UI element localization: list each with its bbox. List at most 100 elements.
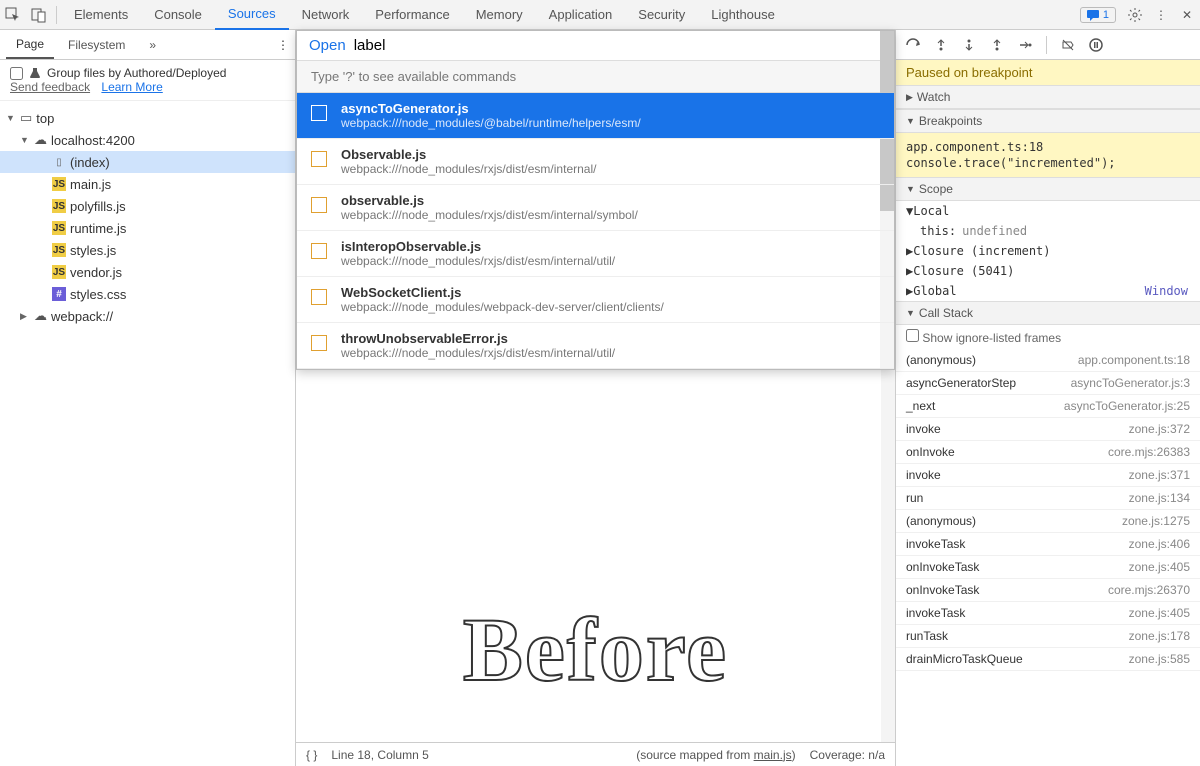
open-search-input[interactable] <box>354 37 882 54</box>
file-tree: ▼▭top ▼☁localhost:4200 ▯(index)JSmain.js… <box>0 101 295 766</box>
tab-elements[interactable]: Elements <box>61 0 141 29</box>
debugger-toolbar <box>896 30 1200 60</box>
navigator-tabs: PageFilesystem » ⋮ <box>0 30 295 60</box>
file-label: polyfills.js <box>70 199 126 214</box>
breakpoints-header[interactable]: ▼Breakpoints <box>896 109 1200 133</box>
scope-global[interactable]: ▶GlobalWindow <box>896 281 1200 301</box>
file-icon: JS <box>52 199 66 213</box>
open-result[interactable]: asyncToGenerator.jswebpack:///node_modul… <box>297 93 894 139</box>
tab-memory[interactable]: Memory <box>463 0 536 29</box>
file-label: runtime.js <box>70 221 126 236</box>
editor-area[interactable]: 252627 }} Before Open Type '?' to see av… <box>296 30 895 742</box>
flask-icon <box>29 67 41 79</box>
file-label: vendor.js <box>70 265 122 280</box>
tab-performance[interactable]: Performance <box>362 0 462 29</box>
paused-banner: Paused on breakpoint <box>896 60 1200 85</box>
tree-host[interactable]: ▼☁localhost:4200 <box>0 129 295 151</box>
file-icon: JS <box>52 243 66 257</box>
callstack-row[interactable]: drainMicroTaskQueuezone.js:585 <box>896 648 1200 671</box>
callstack-row[interactable]: (anonymous) app.component.ts:18 <box>896 349 1200 372</box>
tree-file[interactable]: JS polyfills.js <box>0 195 295 217</box>
tree-file[interactable]: JSvendor.js <box>0 261 295 283</box>
group-files-input[interactable] <box>10 67 23 80</box>
open-hint: Type '?' to see available commands <box>297 60 894 93</box>
callstack-fn: _next <box>906 399 935 413</box>
source-file-link[interactable]: main.js <box>754 748 792 762</box>
tree-webpack[interactable]: ▶☁webpack:// <box>0 305 295 327</box>
watch-header[interactable]: ▶Watch <box>896 85 1200 109</box>
subtab-page[interactable]: Page <box>6 31 54 59</box>
separator <box>56 6 57 24</box>
more-icon[interactable]: ⋮ <box>1148 2 1174 28</box>
tab-network[interactable]: Network <box>289 0 363 29</box>
group-files-checkbox[interactable]: Group files by Authored/Deployed <box>10 66 285 80</box>
callstack-row[interactable]: invokeTaskzone.js:405 <box>896 602 1200 625</box>
send-feedback-link[interactable]: Send feedback <box>10 80 90 94</box>
step-out-icon[interactable] <box>986 34 1008 56</box>
scope-closure-1[interactable]: ▶Closure (increment) <box>896 241 1200 261</box>
subtab-filesystem[interactable]: Filesystem <box>58 32 135 58</box>
scope-header[interactable]: ▼Scope <box>896 177 1200 201</box>
step-over-icon[interactable] <box>930 34 952 56</box>
scope-closure-2[interactable]: ▶Closure (5041) <box>896 261 1200 281</box>
step-icon[interactable] <box>1014 34 1036 56</box>
callstack-row[interactable]: asyncGeneratorStepasyncToGenerator.js:3 <box>896 372 1200 395</box>
file-label: styles.css <box>70 287 126 302</box>
open-result[interactable]: observable.jswebpack:///node_modules/rxj… <box>297 185 894 231</box>
tree-file[interactable]: JS runtime.js <box>0 217 295 239</box>
tab-application[interactable]: Application <box>536 0 626 29</box>
callstack-row[interactable]: (anonymous)zone.js:1275 <box>896 510 1200 533</box>
tab-sources[interactable]: Sources <box>215 0 289 30</box>
navigator-more-icon[interactable]: ⋮ <box>277 38 289 52</box>
ignore-frames-toggle[interactable]: Show ignore-listed frames <box>896 325 1200 349</box>
result-filename: asyncToGenerator.js <box>341 101 882 116</box>
close-icon[interactable]: ✕ <box>1174 2 1200 28</box>
editor-panel: 252627 }} Before Open Type '?' to see av… <box>296 30 896 766</box>
callstack-row[interactable]: runzone.js:134 <box>896 487 1200 510</box>
tree-file[interactable]: JSstyles.js <box>0 239 295 261</box>
open-result[interactable]: Observable.jswebpack:///node_modules/rxj… <box>297 139 894 185</box>
result-path: webpack:///node_modules/rxjs/dist/esm/in… <box>341 162 882 176</box>
settings-icon[interactable] <box>1122 2 1148 28</box>
callstack-loc: zone.js:406 <box>1129 537 1190 551</box>
device-toggle-icon[interactable] <box>26 2 52 28</box>
result-file-icon <box>311 197 327 213</box>
tree-file[interactable]: #styles.css <box>0 283 295 305</box>
callstack-row[interactable]: onInvokeTaskcore.mjs:26370 <box>896 579 1200 602</box>
open-result[interactable]: WebSocketClient.jswebpack:///node_module… <box>297 277 894 323</box>
result-path: webpack:///node_modules/rxjs/dist/esm/in… <box>341 208 882 222</box>
callstack-row[interactable]: onInvokeTaskzone.js:405 <box>896 556 1200 579</box>
pause-exceptions-icon[interactable] <box>1085 34 1107 56</box>
tree-top[interactable]: ▼▭top <box>0 107 295 129</box>
deactivate-bp-icon[interactable] <box>1057 34 1079 56</box>
callstack-row[interactable]: invokezone.js:372 <box>896 418 1200 441</box>
breakpoint-item[interactable]: app.component.ts:18 console.trace("incre… <box>896 133 1200 177</box>
open-result[interactable]: throwUnobservableError.jswebpack:///node… <box>297 323 894 369</box>
pretty-print-icon[interactable]: { } <box>306 748 317 762</box>
resume-icon[interactable] <box>902 34 924 56</box>
callstack-header[interactable]: ▼Call Stack <box>896 301 1200 325</box>
open-result[interactable]: isInteropObservable.jswebpack:///node_mo… <box>297 231 894 277</box>
learn-more-link[interactable]: Learn More <box>101 80 162 94</box>
callstack-fn: invoke <box>906 468 941 482</box>
issues-badge[interactable]: 1 <box>1080 7 1116 23</box>
tree-file[interactable]: ▯(index) <box>0 151 295 173</box>
scope-local[interactable]: ▼Local <box>896 201 1200 221</box>
callstack-row[interactable]: invokeTaskzone.js:406 <box>896 533 1200 556</box>
callstack-row[interactable]: invokezone.js:371 <box>896 464 1200 487</box>
tree-file[interactable]: JSmain.js <box>0 173 295 195</box>
callstack-row[interactable]: _nextasyncToGenerator.js:25 <box>896 395 1200 418</box>
more-tabs[interactable]: » <box>139 32 166 58</box>
file-label: (index) <box>70 155 110 170</box>
callstack-row[interactable]: runTaskzone.js:178 <box>896 625 1200 648</box>
callstack-loc: zone.js:178 <box>1129 629 1190 643</box>
tab-lighthouse[interactable]: Lighthouse <box>698 0 788 29</box>
callstack-fn: (anonymous) <box>906 353 976 367</box>
file-icon: JS <box>52 221 66 235</box>
tab-security[interactable]: Security <box>625 0 698 29</box>
tab-console[interactable]: Console <box>141 0 215 29</box>
callstack-loc: app.component.ts:18 <box>1078 353 1190 367</box>
step-into-icon[interactable] <box>958 34 980 56</box>
inspect-icon[interactable] <box>0 2 26 28</box>
callstack-row[interactable]: onInvokecore.mjs:26383 <box>896 441 1200 464</box>
